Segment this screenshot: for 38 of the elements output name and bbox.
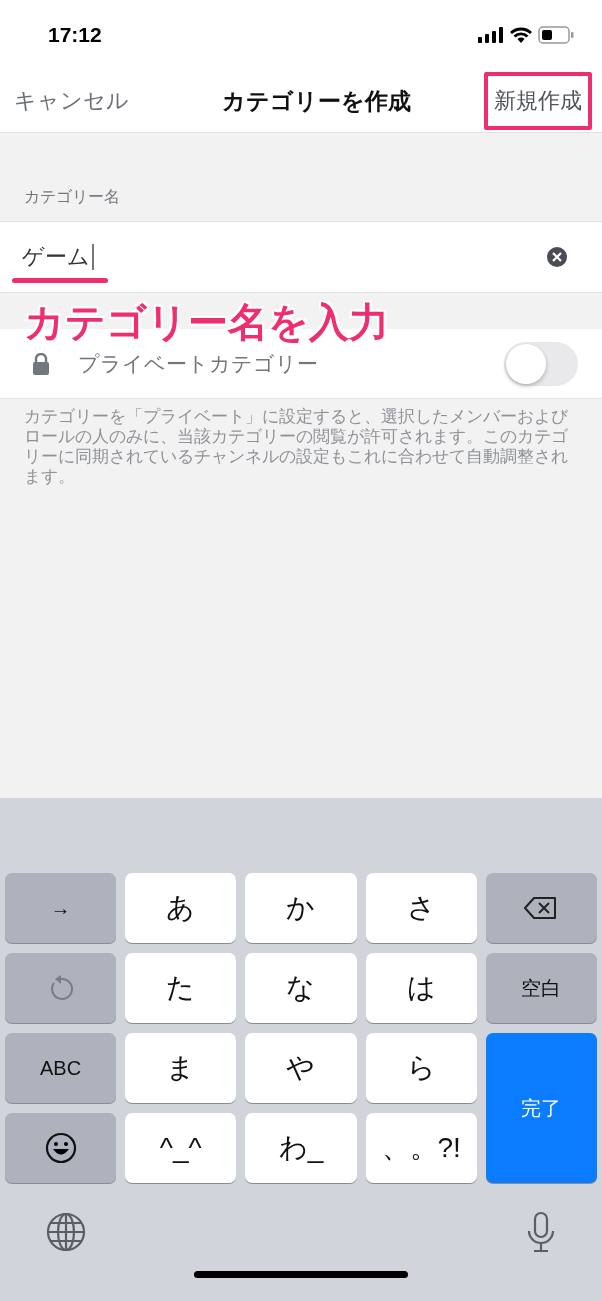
description-text: カテゴリーを「プライベート」に設定すると、選択したメンバーおよびロールの人のみに、当該カテゴリーの閲覧が許可されます。このカテゴリーに同期されているチャンネルの設定もこれに合わせて自動調整されます。 [23,407,569,487]
microphone-icon[interactable] [526,1211,556,1253]
battery-icon [538,26,574,44]
field-label: カテゴリー名 [24,187,120,207]
backspace-icon [524,896,559,920]
toggle-label: プライベートカテゴリー [78,350,318,377]
private-switch[interactable] [504,341,578,386]
keyboard-key[interactable]: 、。?! [365,1113,477,1183]
cancel-button[interactable]: キャンセル [10,82,133,120]
keyboard-key[interactable]: わ_ [245,1113,357,1183]
input-field[interactable]: ゲーム [0,222,602,292]
keyboard-key[interactable]: ら [365,1033,477,1103]
keyboard-key[interactable]: た [125,953,237,1023]
status-time: 17:12 [48,23,102,47]
keyboard-key[interactable]: ABC [5,1033,117,1103]
annotation-text: カテゴリー名を入力 [24,299,389,346]
keyboard-key[interactable]: 完了 [485,1033,597,1183]
create-button[interactable]: 新規作成 [484,72,592,130]
clear-icon[interactable] [546,246,568,268]
keyboard-key[interactable]: ^_^ [125,1113,237,1183]
keyboard-key[interactable]: か [245,873,357,943]
field-value: ゲーム [22,243,90,271]
keyboard-key[interactable]: な [245,953,357,1023]
emoji-icon [44,1132,77,1164]
keyboard-key[interactable]: ま [125,1033,237,1103]
keyboard-key[interactable] [485,873,597,943]
keyboard-key[interactable]: → [5,873,117,943]
keyboard-key[interactable]: あ [125,873,237,943]
screen-title: カテゴリーを作成 [222,86,411,116]
keyboard-key[interactable]: は [365,953,477,1023]
keyboard-key[interactable]: さ [365,873,477,943]
signal-icon [478,27,504,43]
lock-icon [32,352,50,375]
keyboard-key[interactable]: や [245,1033,357,1103]
keyboard-key[interactable] [5,1113,117,1183]
globe-icon[interactable] [46,1212,86,1252]
wifi-icon [510,27,532,43]
keyboard-key[interactable]: 空白 [485,953,597,1023]
